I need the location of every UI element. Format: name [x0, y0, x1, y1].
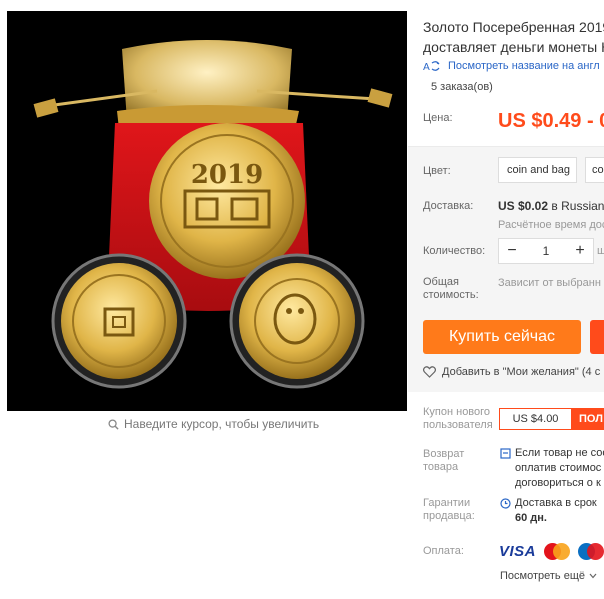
returns-label-line-2: товара — [423, 461, 459, 473]
price-value: US $0.49 - 0 — [498, 110, 604, 132]
guarantee-label-line-1: Гарантии — [423, 497, 471, 509]
total-label-line-1: Общая — [423, 276, 459, 288]
mastercard-logo — [544, 543, 571, 560]
quantity-decrease-button[interactable]: − — [499, 239, 525, 263]
shipping-label: Доставка: — [423, 200, 474, 212]
returns-policy: Если товар не соо оплатив стоимос догово… — [515, 446, 604, 491]
zoom-hint-text: Наведите курсор, чтобы увеличить — [124, 417, 320, 431]
quantity-stepper: − 1 + — [498, 238, 594, 264]
shipping-price: US $0.02 — [498, 199, 549, 213]
add-to-cart-button[interactable] — [590, 320, 604, 354]
buy-now-button[interactable]: Купить сейчас — [423, 320, 581, 354]
price-label: Цена: — [423, 112, 453, 124]
product-title: Золото Посеребренная 2019 доставляет ден… — [423, 17, 604, 57]
coin-left — [61, 263, 177, 379]
return-icon — [500, 448, 511, 459]
coupon-label: Купон нового пользователя — [423, 406, 493, 432]
translate-link-text[interactable]: Посмотреть название на англ — [448, 60, 600, 72]
title-line-1: Золото Посеребренная 2019 — [423, 19, 604, 35]
product-photo: 2019 — [7, 11, 407, 411]
coupon-amount: US $4.00 — [499, 408, 571, 430]
translate-link[interactable]: A Посмотреть название на англ — [423, 60, 600, 72]
returns-label: Возврат товара — [423, 448, 464, 474]
color-option-2[interactable]: co — [585, 157, 604, 183]
add-to-wishlist[interactable]: Добавить в "Мои желания" (4 с — [423, 366, 600, 378]
orders-count: 5 заказа(ов) — [431, 81, 493, 93]
coin-year: 2019 — [191, 160, 263, 190]
product-info: Золото Посеребренная 2019 доставляет ден… — [407, 0, 604, 599]
color-option-coin-and-bag[interactable]: coin and bag — [498, 157, 577, 183]
visa-logo: VISA — [499, 543, 537, 560]
see-more-payment-link[interactable]: Посмотреть ещё — [500, 570, 597, 582]
wishlist-text[interactable]: Добавить в "Мои желания" (4 с — [442, 366, 600, 378]
quantity-increase-button[interactable]: + — [567, 239, 593, 263]
color-label: Цвет: — [423, 165, 451, 177]
guarantee-label-line-2: продавца: — [423, 510, 475, 522]
guarantee-label: Гарантии продавца: — [423, 497, 475, 523]
chevron-down-icon — [589, 573, 597, 579]
guarantee-days: 60 дн. — [515, 512, 547, 524]
product-image[interactable]: 2019 — [7, 11, 407, 411]
title-line-2: доставляет деньги монеты Ко — [423, 39, 604, 55]
translate-icon: A — [423, 61, 440, 72]
quantity-input[interactable]: 1 — [525, 244, 567, 258]
magnifier-icon — [108, 418, 119, 430]
see-more-text[interactable]: Посмотреть ещё — [500, 570, 585, 582]
returns-label-line-1: Возврат — [423, 448, 465, 460]
quantity-label: Количество: — [423, 245, 486, 257]
coupon-label-line-1: Купон нового — [423, 406, 491, 418]
clock-icon — [500, 498, 511, 509]
coin-right — [239, 263, 355, 379]
shipping-estimate: Расчётное время дос — [498, 219, 604, 231]
returns-line-1: Если товар не соо — [515, 447, 604, 459]
returns-line-2: оплатив стоимос — [515, 462, 602, 474]
guarantee-info: Доставка в срок 60 дн. — [515, 496, 597, 526]
total-value: Зависит от выбранн — [498, 277, 601, 289]
returns-line-3: договориться о к — [515, 477, 601, 489]
quantity-unit: ш — [597, 245, 604, 257]
coupon-label-line-2: пользователя — [423, 419, 493, 431]
total-label-line-2: стоимость: — [423, 289, 479, 301]
heart-icon — [423, 366, 436, 378]
shipping-destination[interactable]: в Russian F — [551, 199, 604, 213]
guarantee-line-1: Доставка в срок — [515, 497, 597, 509]
total-label: Общая стоимость: — [423, 276, 479, 302]
maestro-logo — [578, 543, 604, 560]
coupon-get-button[interactable]: ПОЛ — [571, 408, 604, 430]
payment-methods: VISA — [499, 543, 604, 560]
zoom-hint: Наведите курсор, чтобы увеличить — [108, 417, 319, 431]
shipping-info[interactable]: US $0.02 в Russian F — [498, 199, 604, 213]
payment-label: Оплата: — [423, 545, 464, 557]
svg-text:A: A — [423, 62, 430, 72]
